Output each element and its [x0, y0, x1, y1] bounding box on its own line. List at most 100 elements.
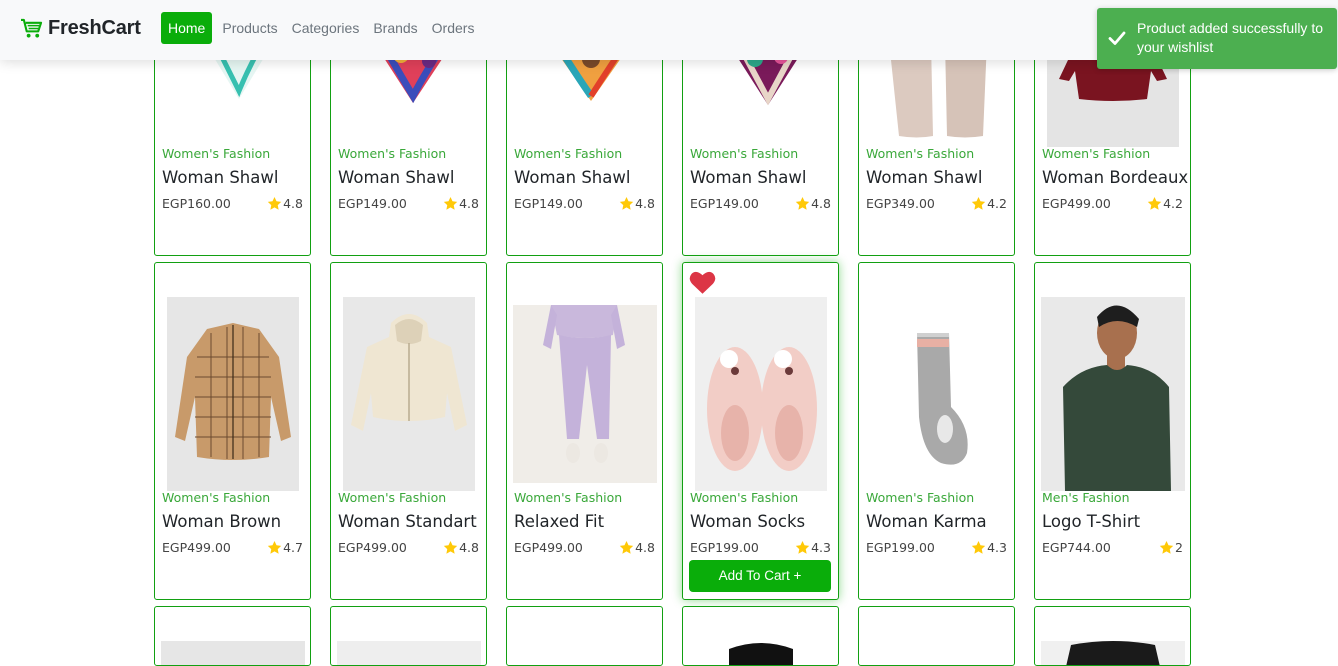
star-icon	[267, 540, 282, 555]
star-icon	[795, 196, 810, 211]
product-image	[1041, 641, 1185, 665]
nav-categories[interactable]: Categories	[285, 12, 367, 44]
product-rating: 4.7	[267, 540, 303, 555]
rating-value: 4.3	[811, 540, 831, 555]
rating-value: 2	[1175, 540, 1183, 555]
product-category: Women's Fashion	[514, 146, 623, 161]
product-category: Women's Fashion	[514, 490, 623, 505]
star-icon	[1159, 540, 1174, 555]
product-price: EGP149.00	[514, 196, 583, 211]
product-card[interactable]: Women's Fashion Relaxed Fit EGP499.00 4.…	[506, 262, 663, 600]
nav-orders[interactable]: Orders	[425, 12, 482, 44]
nav-products[interactable]: Products	[215, 12, 284, 44]
product-title: Woman Shawl	[866, 168, 983, 187]
product-price: EGP199.00	[866, 540, 935, 555]
add-to-cart-button[interactable]: Add To Cart +	[689, 560, 831, 592]
product-title: Logo T-Shirt	[1042, 512, 1141, 531]
product-price: EGP349.00	[866, 196, 935, 211]
toast-notification[interactable]: Product added successfully to your wishl…	[1097, 8, 1337, 69]
product-rating: 4.8	[795, 196, 831, 211]
product-category: Women's Fashion	[690, 490, 799, 505]
product-category: Women's Fashion	[162, 146, 271, 161]
star-icon	[795, 540, 810, 555]
rating-value: 4.8	[283, 196, 303, 211]
rating-value: 4.8	[811, 196, 831, 211]
star-icon	[619, 540, 634, 555]
product-image	[689, 641, 833, 665]
rating-value: 4.8	[635, 196, 655, 211]
product-card[interactable]: Women's Fashion Woman Karma EGP199.00 4.…	[858, 262, 1015, 600]
product-category: Women's Fashion	[690, 146, 799, 161]
product-card[interactable]: Women's Fashion Woman Bordeaux EGP499.00…	[1034, 40, 1191, 256]
product-card[interactable]: Men's Fashion Logo T-Shirt EGP744.00 2	[1034, 262, 1191, 600]
product-rating: 4.8	[619, 196, 655, 211]
product-image	[513, 305, 657, 483]
product-card[interactable]: Women's Fashion Woman Socks EGP199.00 4.…	[682, 262, 839, 600]
product-rating: 4.2	[1147, 196, 1183, 211]
product-image	[343, 297, 475, 491]
product-card[interactable]: Women's Fashion Woman Brown EGP499.00 4.…	[154, 262, 311, 600]
product-card[interactable]: Women's Fashion Woman Shawl EGP160.00 4.…	[154, 40, 311, 256]
product-price: EGP744.00	[1042, 540, 1111, 555]
product-card[interactable]: Women's Fashion Woman Shawl EGP149.00 4.…	[330, 40, 487, 256]
star-icon	[971, 540, 986, 555]
product-category: Women's Fashion	[338, 490, 447, 505]
nav-brands[interactable]: Brands	[366, 12, 424, 44]
product-category: Women's Fashion	[1042, 146, 1151, 161]
star-icon	[619, 196, 634, 211]
product-image	[871, 297, 1003, 491]
product-title: Relaxed Fit	[514, 512, 605, 531]
brand-logo[interactable]: FreshCart	[20, 17, 141, 40]
product-card[interactable]	[682, 606, 839, 666]
toast-message: Product added successfully to your wishl…	[1137, 20, 1323, 55]
product-title: Woman Standart	[338, 512, 477, 531]
product-card[interactable]: Women's Fashion Woman Shawl EGP149.00 4.…	[682, 40, 839, 256]
product-price: EGP499.00	[514, 540, 583, 555]
product-image	[337, 641, 481, 665]
product-title: Woman Bordeaux	[1042, 168, 1189, 187]
product-price: EGP499.00	[338, 540, 407, 555]
star-icon	[971, 196, 986, 211]
product-rating: 4.3	[971, 540, 1007, 555]
rating-value: 4.8	[459, 196, 479, 211]
product-rating: 2	[1159, 540, 1183, 555]
product-card[interactable]	[506, 606, 663, 666]
heart-icon[interactable]	[689, 270, 716, 295]
product-card[interactable]: Women's Fashion Woman Standart EGP499.00…	[330, 262, 487, 600]
product-category: Women's Fashion	[338, 146, 447, 161]
rating-value: 4.3	[987, 540, 1007, 555]
product-price: EGP149.00	[338, 196, 407, 211]
product-category: Men's Fashion	[1042, 490, 1130, 505]
product-price: EGP499.00	[162, 540, 231, 555]
rating-value: 4.2	[987, 196, 1007, 211]
product-rating: 4.8	[267, 196, 303, 211]
product-price: EGP199.00	[690, 540, 759, 555]
product-image	[695, 297, 827, 491]
product-price: EGP499.00	[1042, 196, 1111, 211]
product-card[interactable]: Women's Fashion Woman Shawl EGP149.00 4.…	[506, 40, 663, 256]
rating-value: 4.2	[1163, 196, 1183, 211]
star-icon	[443, 196, 458, 211]
product-title: Woman Brown	[162, 512, 282, 531]
product-rating: 4.8	[443, 196, 479, 211]
nav-links: Home Products Categories Brands Orders	[161, 12, 481, 44]
rating-value: 4.8	[635, 540, 655, 555]
nav-home[interactable]: Home	[161, 12, 213, 44]
star-icon	[443, 540, 458, 555]
product-image	[167, 297, 299, 491]
product-category: Women's Fashion	[162, 490, 271, 505]
check-icon	[1108, 31, 1126, 45]
product-card[interactable]: Women's Fashion Woman Shawl EGP349.00 4.…	[858, 40, 1015, 256]
product-title: Woman Karma	[866, 512, 987, 531]
rating-value: 4.7	[283, 540, 303, 555]
product-card[interactable]	[154, 606, 311, 666]
product-card[interactable]	[1034, 606, 1191, 666]
product-title: Woman Socks	[690, 512, 806, 531]
product-rating: 4.3	[795, 540, 831, 555]
product-card[interactable]	[858, 606, 1015, 666]
rating-value: 4.8	[459, 540, 479, 555]
product-card[interactable]	[330, 606, 487, 666]
product-title: Woman Shawl	[162, 168, 279, 187]
brand-name: FreshCart	[48, 17, 141, 39]
product-image	[1041, 297, 1185, 491]
